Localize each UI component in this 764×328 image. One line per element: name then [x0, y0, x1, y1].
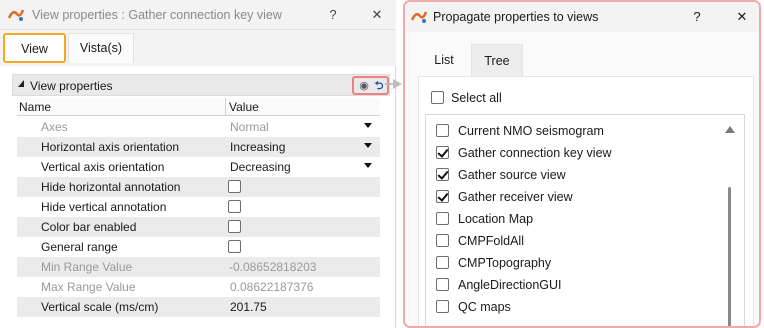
scroll-up-arrow-icon[interactable]	[725, 126, 735, 133]
property-checkbox[interactable]	[228, 180, 241, 193]
list-item-label[interactable]: Gather receiver view	[458, 190, 573, 204]
property-name: Vertical scale (ms/cm)	[41, 300, 159, 314]
help-button[interactable]: ?	[686, 7, 708, 27]
highlighted-actions: ◉ ⮌	[352, 76, 389, 95]
checkbox-box[interactable]	[431, 91, 444, 104]
propagate-icon[interactable]: ◉	[357, 79, 371, 93]
list-item-label[interactable]: CMPTopography	[458, 256, 551, 270]
view-properties-section-header[interactable]: View properties ◉ ⮌	[12, 74, 390, 96]
list-item-label[interactable]: Current NMO seismogram	[458, 124, 604, 138]
property-checkbox[interactable]	[228, 200, 241, 213]
app-logo-icon	[411, 11, 427, 23]
checkbox-box[interactable]	[436, 278, 449, 291]
select-all-label[interactable]: Select all	[451, 91, 502, 105]
property-row-max-range-value[interactable]: Max Range Value 0.08622187376	[17, 277, 380, 297]
property-row-vertical-scale[interactable]: Vertical scale (ms/cm) 201.75	[17, 297, 380, 317]
list-item-label[interactable]: CMPFoldAll	[458, 234, 524, 248]
tab-view[interactable]: View	[3, 33, 66, 63]
property-name: Hide horizontal annotation	[41, 180, 181, 194]
property-row-color-bar-enabled[interactable]: Color bar enabled	[17, 217, 380, 237]
property-value[interactable]: -0.08652818203	[229, 260, 316, 274]
checkbox-box[interactable]	[436, 300, 449, 313]
column-separator[interactable]	[225, 98, 226, 116]
checkbox-box[interactable]	[436, 146, 449, 159]
checkbox-box[interactable]	[436, 124, 449, 137]
property-name: Color bar enabled	[41, 220, 137, 234]
list-item-label[interactable]: QC maps	[458, 300, 511, 314]
property-value[interactable]: 201.75	[230, 300, 267, 314]
column-name: Name	[19, 100, 52, 114]
views-list: Current NMO seismogram Gather connection…	[425, 114, 745, 326]
checkbox-box[interactable]	[436, 256, 449, 269]
close-button[interactable]: ✕	[731, 7, 753, 27]
tab-tree[interactable]: Tree	[471, 44, 523, 76]
property-row-hide-horizontal-annotation[interactable]: Hide horizontal annotation	[17, 177, 380, 197]
list-item-label[interactable]: AngleDirectionGUI	[458, 278, 562, 292]
property-name: Hide vertical annotation	[41, 200, 167, 214]
property-value[interactable]: 0.08622187376	[230, 280, 313, 294]
app-logo-icon	[8, 9, 24, 21]
tab-vistas[interactable]: Vista(s)	[68, 33, 134, 63]
property-name: Min Range Value	[41, 260, 133, 274]
checkbox-box[interactable]	[436, 190, 449, 203]
undo-icon[interactable]: ⮌	[372, 79, 386, 93]
property-name: Axes	[41, 120, 68, 134]
dropdown-arrow-icon[interactable]	[364, 163, 372, 168]
close-button[interactable]: ✕	[366, 5, 388, 25]
property-checkbox[interactable]	[228, 240, 241, 253]
property-name: Horizontal axis orientation	[41, 140, 180, 154]
property-name: Vertical axis orientation	[41, 160, 165, 174]
left-window-title: View properties : Gather connection key …	[32, 8, 282, 22]
list-item-label[interactable]: Location Map	[458, 212, 533, 226]
list-item-label[interactable]: Gather source view	[458, 168, 566, 182]
property-value[interactable]: Increasing	[230, 140, 285, 154]
dropdown-arrow-icon[interactable]	[364, 123, 372, 128]
property-row-hide-vertical-annotation[interactable]: Hide vertical annotation	[17, 197, 380, 217]
checkbox-box[interactable]	[436, 234, 449, 247]
scrollbar-thumb[interactable]	[728, 187, 731, 326]
checkbox-box[interactable]	[436, 168, 449, 181]
property-row-axes[interactable]: Axes Normal	[17, 117, 380, 137]
list-panel: Select all Current NMO seismogram Gather…	[418, 76, 754, 326]
property-checkbox[interactable]	[228, 220, 241, 233]
property-row-vertical-axis-orientation[interactable]: Vertical axis orientation Decreasing	[17, 157, 380, 177]
section-title: View properties	[30, 79, 113, 93]
property-row-min-range-value[interactable]: Min Range Value -0.08652818203	[17, 257, 380, 277]
checkbox-box[interactable]	[436, 212, 449, 225]
right-title-bar: Propagate properties to views ? ✕	[405, 2, 759, 32]
property-grid-header: Name Value	[17, 98, 380, 116]
right-window-title: Propagate properties to views	[433, 10, 599, 24]
property-row-horizontal-axis-orientation[interactable]: Horizontal axis orientation Increasing	[17, 137, 380, 157]
property-row-general-range[interactable]: General range	[17, 237, 380, 257]
connector-arrow-icon	[393, 79, 402, 89]
collapse-triangle-icon[interactable]	[18, 80, 24, 87]
property-name: Max Range Value	[41, 280, 136, 294]
left-title-bar: View properties : Gather connection key …	[0, 0, 396, 30]
column-value: Value	[229, 100, 259, 114]
propagate-properties-window: Propagate properties to views ? ✕ List T…	[403, 0, 761, 328]
dropdown-arrow-icon[interactable]	[364, 143, 372, 148]
view-properties-window: View properties : Gather connection key …	[0, 0, 396, 328]
property-value[interactable]: Decreasing	[230, 160, 291, 174]
help-button[interactable]: ?	[322, 5, 344, 25]
list-item-label[interactable]: Gather connection key view	[458, 146, 612, 160]
property-name: General range	[41, 240, 118, 254]
property-value[interactable]: Normal	[230, 120, 269, 134]
left-tab-bar: View Vista(s)	[0, 30, 396, 66]
tab-list[interactable]: List	[418, 44, 470, 76]
